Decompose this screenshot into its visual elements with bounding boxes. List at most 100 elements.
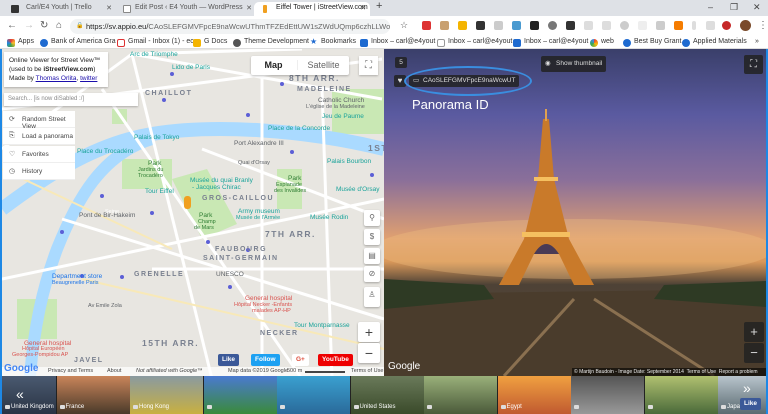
profile-avatar[interactable] xyxy=(740,20,751,31)
menu-favorites[interactable]: ♡ Favorites xyxy=(3,146,75,163)
pano-zoom-in-button[interactable]: + xyxy=(744,322,764,342)
bookmark-item[interactable]: Inbox – carl@e4yout xyxy=(360,38,435,47)
google-plus-button[interactable]: G+ xyxy=(292,354,309,366)
apps-icon xyxy=(7,39,15,47)
twitter-follow-button[interactable]: Follow xyxy=(251,354,280,366)
bookmark-apps[interactable]: Apps xyxy=(7,38,34,47)
bookmark-item[interactable]: ★ Bookmarks xyxy=(310,37,356,46)
bookmark-item[interactable]: Theme Development xyxy=(233,38,309,47)
menu-history[interactable]: ◷ History xyxy=(3,163,75,180)
extension-icon[interactable] xyxy=(494,21,503,30)
extension-icon[interactable] xyxy=(584,21,593,30)
extension-icon[interactable] xyxy=(530,21,539,30)
thumbnail-item[interactable]: United States xyxy=(350,376,424,414)
microphone-icon[interactable] xyxy=(692,21,696,30)
comment-icon[interactable]: ▤ xyxy=(364,248,380,264)
bookmark-item[interactable]: G Docs xyxy=(193,38,227,47)
home-icon[interactable]: ⌂ xyxy=(56,20,62,31)
bookmarks-overflow[interactable]: » xyxy=(755,38,759,45)
extension-icon[interactable] xyxy=(476,21,485,30)
thumbnail-item[interactable] xyxy=(424,376,497,414)
bookmark-item[interactable]: Bank of America Gra xyxy=(40,38,116,47)
location-pin-icon[interactable]: ⚲ xyxy=(364,210,380,226)
thumbnails-next-button[interactable]: » xyxy=(743,380,751,396)
pegman-marker[interactable] xyxy=(184,196,191,209)
extension-icon[interactable] xyxy=(566,21,575,30)
facebook-like-button[interactable]: Like xyxy=(740,398,762,410)
extension-icon[interactable] xyxy=(422,21,431,30)
tab-wordpress[interactable]: Edit Post ‹ E4 Youth — WordPress ✕ xyxy=(118,2,252,16)
zoom-in-button[interactable]: + xyxy=(358,322,380,342)
url-input[interactable]: 🔒 https://sv.appio.eu/CAoSLEFGMVFpcE9naWc… xyxy=(70,19,390,34)
forward-icon[interactable]: → xyxy=(24,20,34,31)
search-input[interactable]: Search... [is now diSabled :/] xyxy=(4,93,138,106)
pano-fullscreen-button[interactable]: ⛶ xyxy=(744,55,763,74)
terms-link[interactable]: Terms of Use xyxy=(687,369,716,375)
bookmark-item[interactable]: web xyxy=(590,38,614,47)
menu-icon[interactable]: ⋮ xyxy=(758,20,768,31)
minimize-button[interactable]: – xyxy=(708,2,713,12)
pano-footer: © Martijn Baudoin - Image Date: Septembe… xyxy=(572,368,766,376)
tab-istreetview[interactable]: Eiffel Tower | iStreetView.com ✕ xyxy=(254,2,370,16)
thumbnail-item[interactable]: United Kingdom xyxy=(2,376,56,414)
thumbnail-item[interactable] xyxy=(571,376,644,414)
drive-icon[interactable] xyxy=(458,21,467,30)
bookmark-item[interactable]: Inbox – carl@e4yout xyxy=(513,38,588,47)
thumbnail-item[interactable] xyxy=(277,376,350,414)
facebook-like-button[interactable]: Like xyxy=(218,354,240,366)
star-icon[interactable]: ☆ xyxy=(400,20,408,31)
close-tab-icon[interactable]: ✕ xyxy=(246,4,252,12)
thumbnail-item[interactable]: France xyxy=(56,376,130,414)
thumbnail-item[interactable] xyxy=(644,376,718,414)
bookmark-item[interactable]: Best Buy Grant xyxy=(623,38,681,47)
menu-random-street-view[interactable]: ⟳ Random Street View xyxy=(3,111,75,130)
back-icon[interactable]: ← xyxy=(7,20,17,31)
report-problem-link[interactable]: Report a problem xyxy=(719,369,758,375)
fullscreen-button[interactable]: ⛶ xyxy=(359,56,378,75)
dollar-button[interactable]: $ xyxy=(364,229,380,245)
pano-zoom-out-button[interactable]: − xyxy=(744,343,764,363)
map-type-satellite[interactable]: Satellite xyxy=(297,60,349,70)
author-link[interactable]: Thomas Orlita xyxy=(36,75,77,82)
tab-trello[interactable]: Carl/E4 Youth | Trello ✕ xyxy=(4,2,116,16)
close-tab-icon[interactable]: ✕ xyxy=(360,4,366,12)
address-bar-row: ← → ↻ ⌂ 🔒 https://sv.appio.eu/CAoSLEFGMVF… xyxy=(0,16,768,36)
terms-link[interactable]: Terms of Use xyxy=(351,368,383,374)
bookmark-item[interactable]: Gmail - Inbox (1) - ec xyxy=(117,38,194,47)
pegman-button[interactable]: ♙ xyxy=(364,287,380,307)
zoom-out-button[interactable]: − xyxy=(358,343,380,363)
extension-icon[interactable] xyxy=(656,21,665,30)
close-tab-icon[interactable]: ✕ xyxy=(106,4,112,12)
twitter-link[interactable]: twitter xyxy=(80,75,97,82)
thumbnail-item[interactable]: Hong Kong xyxy=(130,376,203,414)
maximize-button[interactable]: ❐ xyxy=(730,2,738,13)
thumbnail-item[interactable] xyxy=(203,376,277,414)
close-window-button[interactable]: ✕ xyxy=(753,2,761,13)
youtube-button[interactable]: YouTube xyxy=(318,354,353,366)
reload-icon[interactable]: ↻ xyxy=(40,20,48,31)
extension-icon[interactable] xyxy=(638,21,647,30)
about-link[interactable]: About xyxy=(107,368,121,374)
bookmark-item[interactable]: Applied Materials xyxy=(682,38,747,47)
extension-icon[interactable] xyxy=(620,21,629,30)
extension-icon[interactable] xyxy=(722,21,731,30)
extension-icon[interactable] xyxy=(548,21,557,30)
extension-icon[interactable] xyxy=(706,21,715,30)
map-type-map[interactable]: Map xyxy=(251,60,296,70)
show-thumbnail-button[interactable]: ◉ Show thumbnail xyxy=(541,56,606,72)
document-icon xyxy=(437,39,445,47)
privacy-link[interactable]: Privacy and Terms xyxy=(48,368,93,374)
thumbnail-item[interactable]: Egypt xyxy=(497,376,571,414)
extension-icon[interactable] xyxy=(440,21,449,30)
extension-icon[interactable] xyxy=(512,21,521,30)
new-tab-button[interactable]: + xyxy=(376,0,382,12)
bookmark-item[interactable]: Inbox – carl@e4yout xyxy=(437,38,512,47)
extension-icon[interactable] xyxy=(602,21,611,30)
layers-off-icon[interactable]: ⊘ xyxy=(364,266,380,282)
url-path: CAoSLEFGMVFpcE9naWcwUThmTFZEdEttUW1sZWdU… xyxy=(148,22,390,31)
menu-load-panorama[interactable]: ⎘ Load a panorama xyxy=(3,128,75,145)
street-view-panorama[interactable]: 5 ♥ ▭ CAoSLEFGMVFpcE9naWcwUT Panorama ID … xyxy=(384,49,766,376)
extension-icon[interactable] xyxy=(674,21,683,30)
drive-icon xyxy=(193,39,201,47)
thumbnails-prev-button[interactable]: « xyxy=(16,386,24,402)
